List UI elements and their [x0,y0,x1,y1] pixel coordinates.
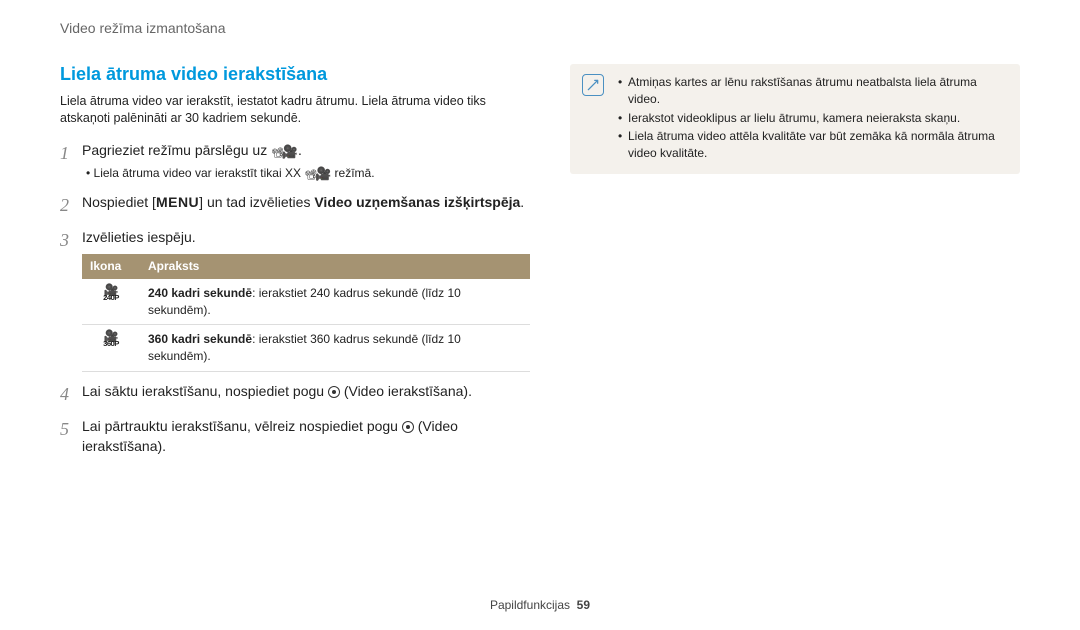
step-text: Pagrieziet režīmu pārslēgu uz [82,142,271,158]
step-4: 4 Lai sāktu ierakstīšanu, nospiediet pog… [60,382,530,407]
page-number: 59 [577,598,590,612]
table-header-desc: Apraksts [140,254,530,279]
video-mode-icon: 🎥 [271,143,298,161]
step-3: 3 Izvēlieties iespēju. Ikona Apraksts [60,228,530,372]
step-text: (Video ierakstīšana). [340,383,472,399]
fps-240-icon: 🎥 240P [97,285,125,302]
step-number: 1 [60,141,82,183]
steps-list: 1 Pagrieziet režīmu pārslēgu uz 🎥. Liela… [60,141,530,457]
step-number: 2 [60,193,82,218]
options-table: Ikona Apraksts 🎥 240P [82,254,530,372]
record-button-icon [402,421,414,433]
step-text: Nospiediet [ [82,194,156,210]
step-5: 5 Lai pārtrauktu ierakstīšanu, vēlreiz n… [60,417,530,456]
step-2: 2 Nospiediet [MENU] un tad izvēlieties V… [60,193,530,218]
fps-360-icon: 🎥 360P [97,331,125,348]
step-number: 4 [60,382,82,407]
step-text: Lai sāktu ierakstīšanu, nospiediet pogu [82,383,328,399]
step-text: Izvēlieties iespēju. [82,229,196,245]
note-item: Ierakstot videoklipus ar lielu ātrumu, k… [618,110,1006,127]
table-row: 🎥 360P 360 kadri sekundē: ierakstiet 360… [82,325,530,372]
step-1: 1 Pagrieziet režīmu pārslēgu uz 🎥. Liela… [60,141,530,183]
section-intro: Liela ātruma video var ierakstīt, iestat… [60,93,530,127]
video-mode-icon: 🎥 [304,165,331,183]
step-text: . [520,194,524,210]
step-text: . [298,142,302,158]
step-text: ] un tad izvēlieties [199,194,314,210]
page-footer: Papildfunkcijas 59 [0,598,1080,612]
step-bold: Video uzņemšanas izšķirtspēja [314,194,520,210]
step-number: 5 [60,417,82,456]
breadcrumb: Video režīma izmantošana [60,20,1020,36]
note-icon [582,74,604,96]
footer-label: Papildfunkcijas [490,598,570,612]
table-cell-desc: 360 kadri sekundē: ierakstiet 360 kadrus… [140,325,530,372]
table-row: 🎥 240P 240 kadri sekundē: ierakstiet 240… [82,279,530,325]
section-title: Liela ātruma video ierakstīšana [60,64,530,85]
table-header-icon: Ikona [82,254,140,279]
record-button-icon [328,386,340,398]
step-subnote: Liela ātruma video var ierakstīt tikai X… [82,165,530,183]
note-item: Atmiņas kartes ar lēnu rakstīšanas ātrum… [618,74,1006,108]
note-box: Atmiņas kartes ar lēnu rakstīšanas ātrum… [570,64,1020,174]
menu-button-label: MENU [156,194,199,210]
step-text: Lai pārtrauktu ierakstīšanu, vēlreiz nos… [82,418,402,434]
step-number: 3 [60,228,82,372]
note-item: Liela ātruma video attēla kvalitāte var … [618,128,1006,162]
table-cell-desc: 240 kadri sekundē: ierakstiet 240 kadrus… [140,279,530,325]
